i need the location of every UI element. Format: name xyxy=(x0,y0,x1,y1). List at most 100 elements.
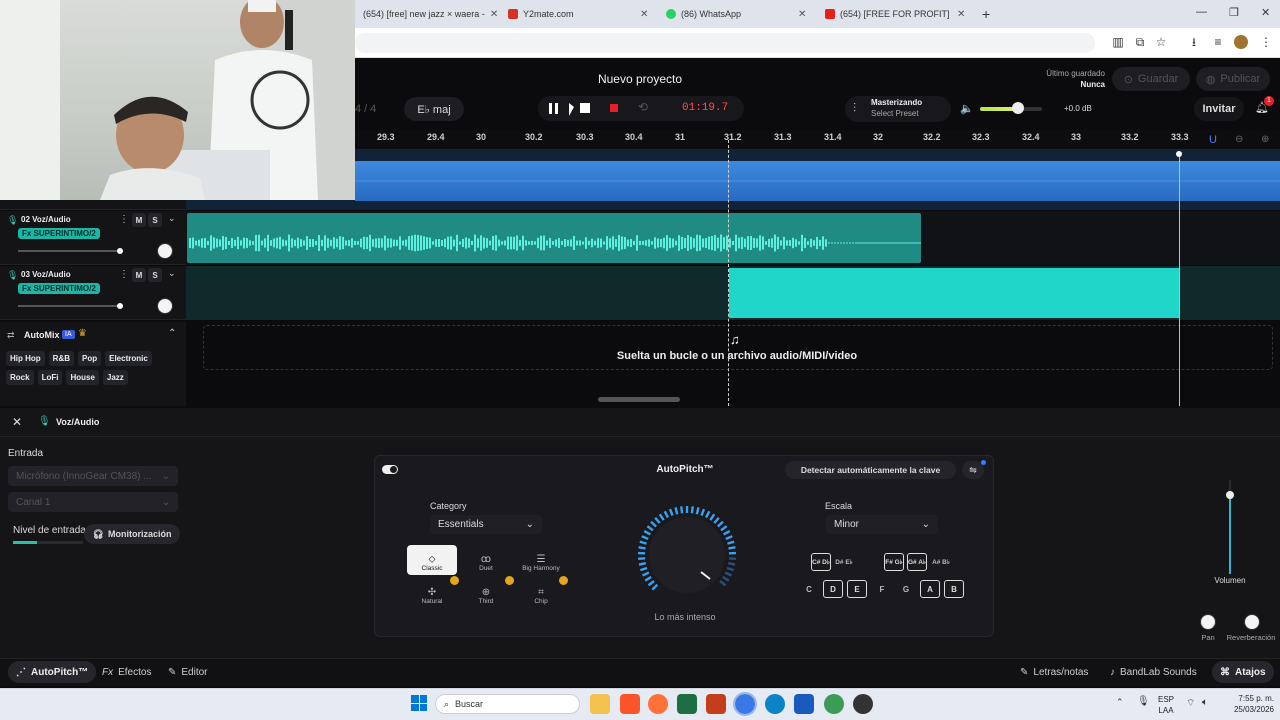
master-volume-slider[interactable] xyxy=(980,107,1042,111)
close-window-icon[interactable]: ✕ xyxy=(1261,6,1270,19)
track-2-pan-knob[interactable] xyxy=(157,243,173,259)
note-c-sharp[interactable]: C# D♭ xyxy=(811,553,831,571)
genre-chip[interactable]: House xyxy=(66,370,99,385)
note-g-sharp[interactable]: G# A♭ xyxy=(907,553,927,571)
track-3-recording-clip[interactable] xyxy=(729,268,1179,318)
cast-icon[interactable]: ⧉ xyxy=(1132,34,1148,50)
save-button[interactable]: ⊙ Guardar xyxy=(1112,67,1190,91)
note-d[interactable]: D xyxy=(823,580,843,598)
mode-duet[interactable]: ꝏ Duet xyxy=(461,545,511,575)
close-tab-icon[interactable]: ✕ xyxy=(798,9,806,20)
genre-chip[interactable]: R&B xyxy=(48,351,75,366)
chevron-down-icon[interactable]: ⌄ xyxy=(168,213,176,224)
new-tab-button[interactable]: + xyxy=(982,6,990,22)
record-icon[interactable] xyxy=(610,104,618,112)
track-2-fx-tag[interactable]: Fx SUPERINTIMO/2 xyxy=(18,228,100,239)
track-2-volume-slider[interactable] xyxy=(18,250,120,252)
close-tab-icon[interactable]: ✕ xyxy=(490,9,498,20)
queue-icon[interactable]: ≡ xyxy=(1210,34,1226,50)
word-icon[interactable] xyxy=(794,694,814,714)
shortcuts-button[interactable]: ⌘ Atajos xyxy=(1212,661,1274,683)
input-device-select[interactable]: Micrófono (InnoGear CM38) ... ⌄ xyxy=(8,466,178,486)
timeline-ruler[interactable] xyxy=(355,130,1280,150)
track-menu-icon[interactable]: ⋮ xyxy=(119,214,129,225)
track-2-volume-thumb[interactable] xyxy=(117,248,123,254)
maximize-icon[interactable]: ❐ xyxy=(1229,6,1239,19)
time-signature[interactable]: 4 / 4 xyxy=(355,98,395,120)
track-1-waveform[interactable] xyxy=(355,155,1280,207)
clock[interactable]: 7:55 p. m. 25/03/2026 xyxy=(1222,693,1274,715)
wifi-icon[interactable]: ⌔ xyxy=(1186,697,1195,710)
track-2-clip[interactable] xyxy=(187,213,921,263)
genre-chip[interactable]: LoFi xyxy=(37,370,63,385)
magnet-icon[interactable]: U xyxy=(1209,134,1217,146)
note-f[interactable]: F xyxy=(872,580,892,598)
mode-classic[interactable]: ⬦ Classic xyxy=(407,545,457,575)
microphone-tray-icon[interactable]: 🎙︎ xyxy=(1137,696,1150,707)
zoom-in-icon[interactable]: ⊕ xyxy=(1261,134,1269,145)
genre-chip[interactable]: Pop xyxy=(78,351,102,366)
mute-button[interactable]: M xyxy=(132,213,146,227)
excel-icon[interactable] xyxy=(677,694,697,714)
track-3-volume-slider[interactable] xyxy=(18,305,120,307)
sidebar-icon[interactable]: ▥ xyxy=(1110,34,1126,50)
channel-select[interactable]: Canal 1 ⌄ xyxy=(8,492,178,512)
horizontal-scrollbar[interactable] xyxy=(598,397,680,402)
track-3-title[interactable]: 03 Voz/Audio xyxy=(21,270,71,279)
reverb-knob[interactable] xyxy=(1244,614,1260,630)
track-menu-icon[interactable]: ⋮ xyxy=(119,269,129,280)
intensity-dial[interactable] xyxy=(630,505,744,595)
bookmark-star-icon[interactable]: ☆ xyxy=(1153,34,1169,50)
url-input[interactable] xyxy=(355,33,1095,53)
autopitch-tab[interactable]: ⋰ AutoPitch™ xyxy=(8,661,97,683)
download-icon[interactable]: ⭳ xyxy=(1186,34,1202,50)
pan-knob[interactable] xyxy=(1200,614,1216,630)
track-volume-thumb[interactable] xyxy=(1226,491,1234,499)
close-tab-icon[interactable]: ✕ xyxy=(640,9,648,20)
close-tab-icon[interactable]: ✕ xyxy=(957,9,965,20)
obs-icon[interactable] xyxy=(853,694,873,714)
chrome-icon[interactable] xyxy=(733,692,757,716)
browser-tab-2[interactable]: Y2mate.com ✕ xyxy=(508,4,656,24)
autopitch-toggle[interactable] xyxy=(382,465,398,474)
browser-tab-1[interactable]: (654) [free] new jazz × waera - ✕ xyxy=(358,4,498,24)
track-3-pan-knob[interactable] xyxy=(157,298,173,314)
chrome-profile-icon[interactable] xyxy=(824,694,844,714)
track-3-volume-thumb[interactable] xyxy=(117,303,123,309)
pause-icon[interactable] xyxy=(549,103,559,114)
close-panel-icon[interactable]: ✕ xyxy=(12,415,22,429)
file-explorer-icon[interactable] xyxy=(590,694,610,714)
note-g[interactable]: G xyxy=(896,580,916,598)
detect-key-button[interactable]: Detectar automáticamente la clave xyxy=(785,461,956,479)
note-a-sharp[interactable]: A# B♭ xyxy=(931,553,951,571)
speaker-icon[interactable]: 🔈 xyxy=(960,102,974,115)
chevron-up-icon[interactable]: ⌃ xyxy=(168,328,176,339)
minimize-icon[interactable]: — xyxy=(1196,6,1207,18)
end-marker-handle[interactable] xyxy=(1176,151,1182,157)
invite-button[interactable]: Invitar xyxy=(1194,97,1244,121)
mute-button[interactable]: M xyxy=(132,268,146,282)
zoom-out-icon[interactable]: ⊖ xyxy=(1235,134,1243,145)
powerpoint-icon[interactable] xyxy=(706,694,726,714)
note-e[interactable]: E xyxy=(847,580,867,598)
stop-icon[interactable] xyxy=(580,103,590,113)
mode-third[interactable]: ⊕ Third xyxy=(461,578,511,608)
brave-icon[interactable] xyxy=(620,694,640,714)
note-d-sharp[interactable]: D# E♭ xyxy=(834,553,854,571)
editor-tab[interactable]: ✎ Editor xyxy=(160,661,216,683)
note-a[interactable]: A xyxy=(920,580,940,598)
profile-avatar[interactable] xyxy=(1234,35,1248,49)
mode-big-harmony[interactable]: ☰ Big Harmony xyxy=(516,545,566,575)
key-selector[interactable]: E♭ maj xyxy=(404,97,464,121)
edge-icon[interactable] xyxy=(765,694,785,714)
note-c[interactable]: C xyxy=(799,580,819,598)
project-title[interactable]: Nuevo proyecto xyxy=(570,72,710,86)
browser-tab-3[interactable]: (86) WhatsApp ✕ xyxy=(666,4,814,24)
track-3-fx-tag[interactable]: Fx SUPERINTIMO/2 xyxy=(18,283,100,294)
genre-chip[interactable]: Hip Hop xyxy=(6,351,45,366)
firefox-icon[interactable] xyxy=(648,694,668,714)
chevron-down-icon[interactable]: ⌄ xyxy=(168,268,176,279)
windows-start-icon[interactable] xyxy=(411,695,427,711)
solo-button[interactable]: S xyxy=(148,213,162,227)
taskbar-search[interactable]: ⌕ Buscar xyxy=(435,694,580,714)
